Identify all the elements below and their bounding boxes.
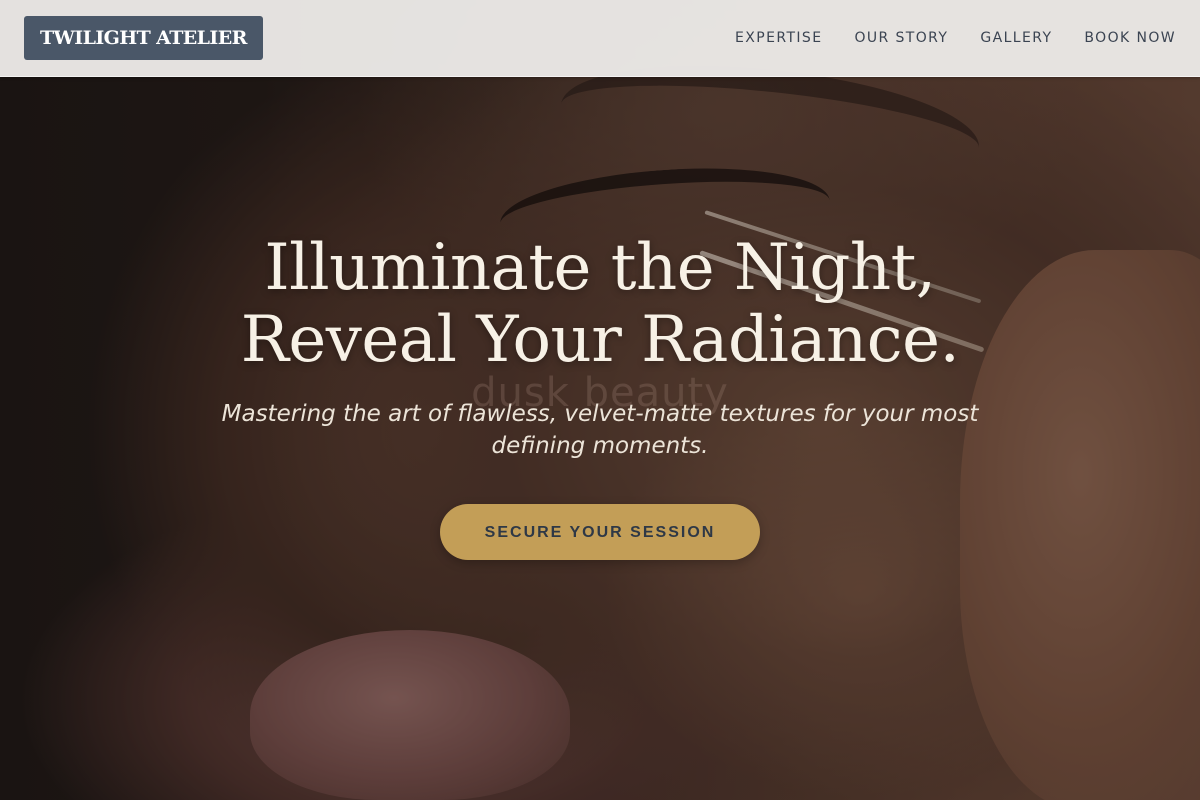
- hero-subtitle: Mastering the art of flawless, velvet-ma…: [221, 401, 979, 459]
- nav-link-expertise[interactable]: EXPERTISE: [735, 30, 822, 46]
- page: TWILIGHT ATELIER EXPERTISE OUR STORY GAL…: [0, 0, 1200, 800]
- nav-link-our-story[interactable]: OUR STORY: [854, 30, 948, 46]
- nav-link-gallery[interactable]: GALLERY: [980, 30, 1052, 46]
- main-nav: EXPERTISE OUR STORY GALLERY BOOK NOW: [735, 0, 1176, 76]
- logo[interactable]: TWILIGHT ATELIER: [24, 16, 263, 60]
- nav-link-book-now[interactable]: BOOK NOW: [1084, 30, 1176, 46]
- hero-section: Illuminate the Night, Reveal Your Radian…: [0, 232, 1200, 560]
- site-header: TWILIGHT ATELIER EXPERTISE OUR STORY GAL…: [0, 0, 1200, 77]
- hero-title: Illuminate the Night, Reveal Your Radian…: [0, 232, 1200, 376]
- secure-session-button[interactable]: SECURE YOUR SESSION: [440, 504, 760, 560]
- hero-title-line-1: Illuminate the Night,: [264, 231, 936, 305]
- hero-title-line-2: Reveal Your Radiance.: [240, 303, 960, 377]
